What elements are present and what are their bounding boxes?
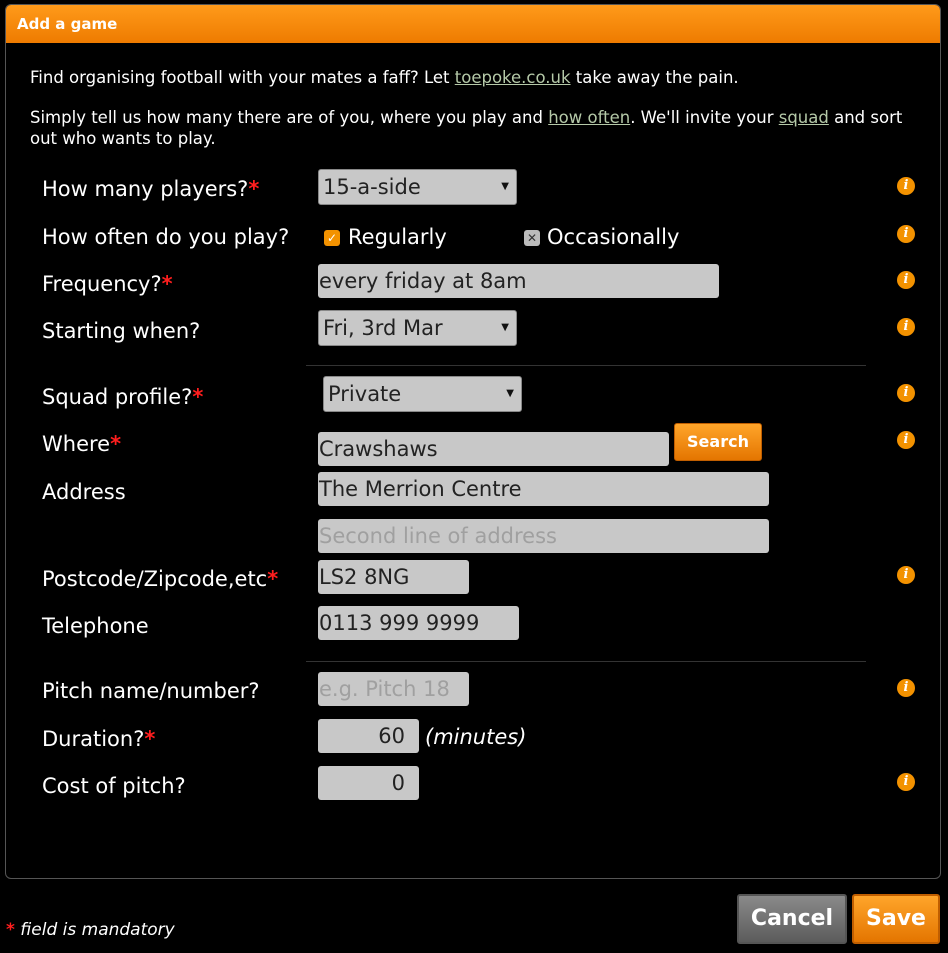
dialog-title: Add a game	[6, 5, 940, 43]
address-label: Address	[42, 480, 126, 504]
frequency-label: Frequency?*	[42, 272, 173, 296]
pitch-input[interactable]: e.g. Pitch 18	[318, 672, 469, 706]
frequency-input[interactable]: every friday at 8am	[318, 264, 719, 298]
info-icon[interactable]: i	[897, 318, 915, 336]
divider	[306, 365, 866, 366]
toepoke-link[interactable]: toepoke.co.uk	[455, 68, 571, 87]
squad-link[interactable]: squad	[779, 108, 829, 127]
info-icon[interactable]: i	[897, 177, 915, 195]
pitch-label: Pitch name/number?	[42, 679, 260, 703]
duration-label: Duration?*	[42, 727, 156, 751]
address-line2-input[interactable]: Second line of address	[318, 519, 769, 553]
starting-select[interactable]: Fri, 3rd Mar ▼	[318, 310, 517, 346]
intro-text-2: Simply tell us how many there are of you…	[30, 108, 903, 148]
how-often-label: How often do you play?	[42, 225, 290, 249]
intro-text-1: Find organising football with your mates…	[30, 68, 739, 87]
players-label: How many players?*	[42, 177, 260, 201]
postcode-label: Postcode/Zipcode,etc*	[42, 567, 279, 591]
chevron-down-icon: ▼	[501, 181, 509, 192]
duration-input[interactable]: 60	[318, 719, 419, 753]
info-icon[interactable]: i	[897, 431, 915, 449]
address-line1-input[interactable]: The Merrion Centre	[318, 472, 769, 506]
mandatory-note: * field is mandatory	[6, 920, 175, 940]
occasionally-label: Occasionally	[547, 225, 680, 249]
regularly-checkbox[interactable]: ✓	[324, 230, 340, 246]
starting-label: Starting when?	[42, 319, 201, 343]
info-icon[interactable]: i	[897, 225, 915, 243]
cancel-button[interactable]: Cancel	[737, 894, 847, 944]
info-icon[interactable]: i	[897, 271, 915, 289]
telephone-input[interactable]: 0113 999 9999	[318, 606, 519, 640]
squad-label: Squad profile?*	[42, 385, 204, 409]
cost-label: Cost of pitch?	[42, 774, 186, 798]
postcode-input[interactable]: LS2 8NG	[318, 560, 469, 594]
divider	[306, 661, 866, 662]
save-button[interactable]: Save	[852, 894, 940, 944]
squad-select[interactable]: Private ▼	[323, 376, 522, 412]
info-icon[interactable]: i	[897, 384, 915, 402]
how-often-link[interactable]: how often	[548, 108, 630, 127]
regularly-label: Regularly	[348, 225, 447, 249]
add-game-dialog: Add a game Find organising football with…	[5, 4, 941, 879]
occasionally-checkbox[interactable]: ✕	[524, 230, 540, 246]
info-icon[interactable]: i	[897, 566, 915, 584]
players-select[interactable]: 15-a-side ▼	[318, 169, 517, 205]
info-icon[interactable]: i	[897, 679, 915, 697]
info-icon[interactable]: i	[897, 773, 915, 791]
chevron-down-icon: ▼	[506, 388, 514, 399]
chevron-down-icon: ▼	[501, 322, 509, 333]
where-label: Where*	[42, 432, 122, 456]
cost-input[interactable]: 0	[318, 766, 419, 800]
telephone-label: Telephone	[42, 614, 149, 638]
where-input[interactable]: Crawshaws	[318, 432, 669, 466]
duration-unit: (minutes)	[425, 725, 527, 749]
search-button[interactable]: Search	[674, 423, 762, 461]
